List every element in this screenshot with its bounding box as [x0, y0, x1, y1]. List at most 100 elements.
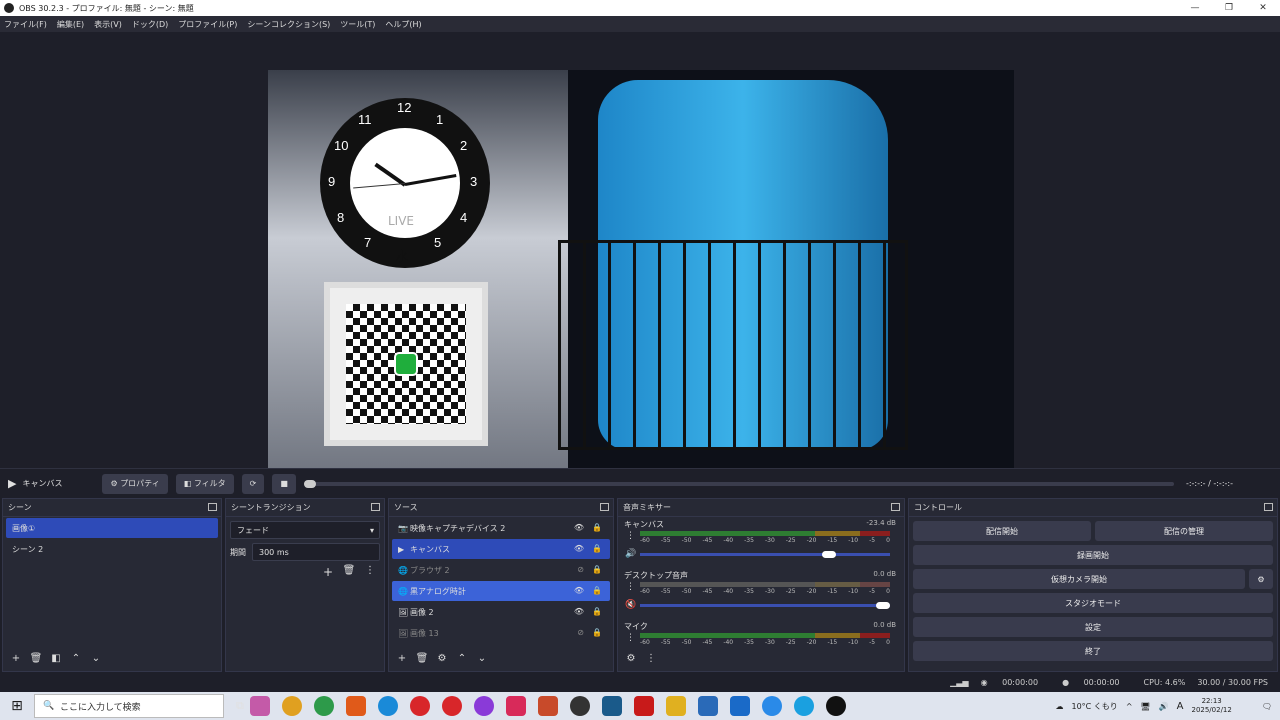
- chrome-profile-icon[interactable]: [313, 696, 334, 716]
- edge-icon[interactable]: [377, 696, 398, 716]
- volume-slider[interactable]: [640, 602, 890, 609]
- menu-view[interactable]: 表示(V): [94, 19, 122, 30]
- filters-button[interactable]: ◧ フィルタ: [175, 473, 234, 494]
- play-icon[interactable]: ▶: [8, 477, 16, 490]
- lock-icon[interactable]: 🔒: [592, 628, 602, 637]
- source-item[interactable]: 🌐 黒アナログ時計 👁 🔒: [392, 581, 610, 601]
- app-icon[interactable]: [473, 696, 494, 716]
- menu-help[interactable]: ヘルプ(H): [385, 19, 421, 30]
- chevron-up-icon[interactable]: ^: [1126, 702, 1133, 711]
- menu-tools[interactable]: ツール(T): [340, 19, 375, 30]
- task-view-icon[interactable]: ⧉: [236, 699, 244, 713]
- virtual-camera-settings-button[interactable]: ⚙: [1249, 569, 1273, 589]
- scene-item[interactable]: シーン 2: [6, 539, 218, 559]
- taskbar-search[interactable]: 🔍 ここに入力して検索: [34, 694, 224, 718]
- skype-icon[interactable]: [793, 696, 814, 716]
- lock-icon[interactable]: 🔒: [592, 586, 602, 595]
- store-icon[interactable]: [697, 696, 718, 716]
- outlook-icon[interactable]: [729, 696, 750, 716]
- menu-edit[interactable]: 編集(E): [57, 19, 84, 30]
- lock-icon[interactable]: 🔒: [592, 565, 602, 574]
- more-icon[interactable]: ⋮: [360, 565, 380, 579]
- volume-knob[interactable]: [876, 602, 890, 609]
- seek-handle[interactable]: [303, 479, 316, 488]
- app-icon[interactable]: [505, 696, 526, 716]
- more-icon[interactable]: ⋮: [642, 651, 660, 667]
- arrow-up-icon[interactable]: ⌃: [453, 651, 471, 667]
- transition-select[interactable]: フェード ▾: [230, 521, 380, 539]
- more-icon[interactable]: ⋮: [626, 531, 635, 541]
- vivaldi-icon[interactable]: [409, 696, 430, 716]
- menu-scene-collection[interactable]: シーンコレクション(S): [247, 19, 330, 30]
- eye-off-icon[interactable]: ⊘: [577, 565, 584, 574]
- zoom-icon[interactable]: [761, 696, 782, 716]
- preview-canvas[interactable]: 12 1 2 3 4 5 水 7 8 9 10 11 LIVE: [268, 70, 1014, 490]
- more-icon[interactable]: ⋮: [626, 582, 635, 592]
- file-explorer-icon[interactable]: [665, 696, 686, 716]
- source-item[interactable]: ▶ キャンバス 👁 🔒: [392, 539, 610, 559]
- volume-icon[interactable]: 🔊: [1159, 702, 1169, 711]
- source-item[interactable]: 🌐 ブラウザ 2 ⊘ 🔒: [392, 560, 610, 580]
- add-icon[interactable]: +: [393, 651, 411, 667]
- eye-icon[interactable]: 👁: [574, 607, 584, 616]
- source-item[interactable]: 🖼 画像 2 👁 🔒: [392, 602, 610, 622]
- volume-knob[interactable]: [821, 551, 836, 558]
- obs-taskbar-icon[interactable]: [569, 696, 590, 716]
- exit-button[interactable]: 終了: [913, 641, 1273, 661]
- media-seek-bar[interactable]: [303, 479, 1174, 488]
- restore-button[interactable]: ❐: [1212, 0, 1246, 16]
- lock-icon[interactable]: 🔒: [592, 607, 602, 616]
- settings-button[interactable]: 設定: [913, 617, 1273, 637]
- start-recording-button[interactable]: 録画開始: [913, 545, 1273, 565]
- arrow-down-icon[interactable]: ⌄: [473, 651, 491, 667]
- manage-broadcast-button[interactable]: 配信の管理: [1095, 521, 1273, 541]
- menu-profile[interactable]: プロファイル(P): [178, 19, 237, 30]
- start-virtual-camera-button[interactable]: 仮想カメラ開始: [913, 569, 1245, 589]
- trash-icon[interactable]: 🗑: [413, 651, 431, 667]
- minimize-button[interactable]: —: [1178, 0, 1212, 16]
- scene-item[interactable]: 画像①: [6, 518, 218, 538]
- arrow-down-icon[interactable]: ⌄: [87, 651, 105, 667]
- speaker-icon[interactable]: 🔊: [625, 549, 636, 559]
- gear-icon[interactable]: ⚙: [433, 651, 451, 667]
- filter-icon[interactable]: ◧: [47, 651, 65, 667]
- add-icon[interactable]: +: [7, 651, 25, 667]
- app-icon[interactable]: [537, 696, 558, 716]
- duration-input[interactable]: 300 ms: [252, 543, 380, 561]
- refresh-button[interactable]: ⟳: [241, 473, 265, 494]
- source-item[interactable]: 📷 映像キャプチャデバイス 2 👁 🔒: [392, 518, 610, 538]
- stop-button[interactable]: ■: [272, 473, 296, 494]
- tiktok-icon[interactable]: [825, 696, 846, 716]
- studio-mode-button[interactable]: スタジオモード: [913, 593, 1273, 613]
- kobo-icon[interactable]: [633, 696, 654, 716]
- opera-icon[interactable]: [441, 696, 462, 716]
- windows-start-icon[interactable]: ⊞: [0, 692, 34, 720]
- app-icon[interactable]: [601, 696, 622, 716]
- eye-icon[interactable]: 👁: [574, 544, 584, 553]
- undock-icon[interactable]: [600, 503, 609, 511]
- more-icon[interactable]: ⋮: [626, 633, 635, 643]
- close-button[interactable]: ✕: [1246, 0, 1280, 16]
- trash-icon[interactable]: 🗑: [27, 651, 45, 667]
- chrome-icon[interactable]: [281, 696, 302, 716]
- lock-icon[interactable]: 🔒: [592, 544, 602, 553]
- menu-dock[interactable]: ドック(D): [132, 19, 168, 30]
- menu-file[interactable]: ファイル(F): [4, 19, 47, 30]
- ime-indicator[interactable]: A: [1177, 701, 1184, 712]
- properties-button[interactable]: ⚙ プロパティ: [102, 473, 168, 494]
- brave-icon[interactable]: [345, 696, 366, 716]
- lock-icon[interactable]: 🔒: [592, 523, 602, 532]
- copilot-icon[interactable]: [249, 696, 270, 716]
- eye-icon[interactable]: 👁: [574, 523, 584, 532]
- source-item[interactable]: 🖼 画像 13 ⊘ 🔒: [392, 623, 610, 643]
- arrow-up-icon[interactable]: ⌃: [67, 651, 85, 667]
- undock-icon[interactable]: [208, 503, 217, 511]
- qr-code-image[interactable]: [324, 282, 488, 446]
- weather-text[interactable]: 10°C くもり: [1072, 701, 1118, 712]
- undock-icon[interactable]: [1264, 503, 1273, 511]
- add-icon[interactable]: +: [318, 565, 338, 579]
- eye-off-icon[interactable]: ⊘: [577, 628, 584, 637]
- muted-speaker-icon[interactable]: 🔇: [625, 600, 636, 610]
- network-icon[interactable]: 🖥: [1141, 702, 1151, 711]
- gear-icon[interactable]: ⚙: [622, 651, 640, 667]
